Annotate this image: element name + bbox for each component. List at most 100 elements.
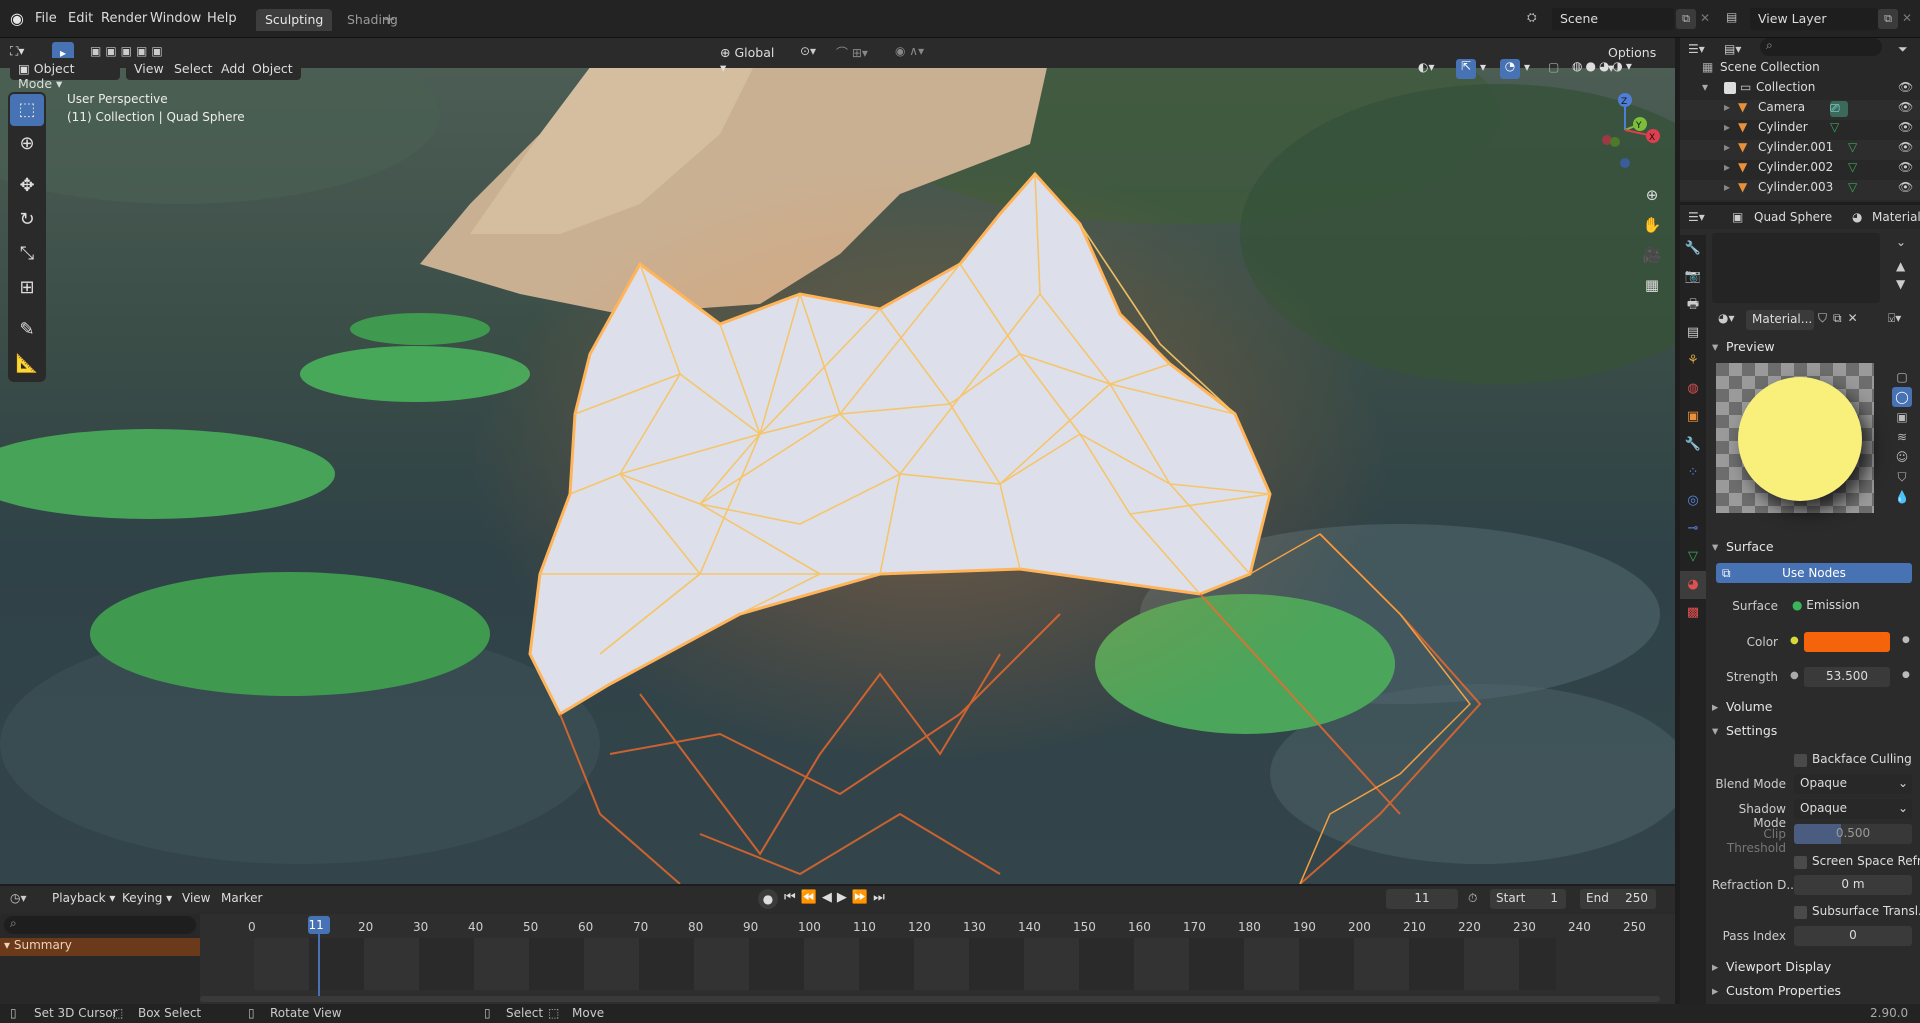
strength-field[interactable]: 53.500 (1804, 667, 1890, 687)
visibility-eye-icon[interactable]: 👁 (1898, 120, 1913, 134)
subsurface-translucency-checkbox[interactable] (1794, 906, 1807, 919)
delete-scene-icon[interactable]: ✕ (1700, 11, 1710, 25)
viewport-menu-view[interactable]: View (126, 58, 172, 80)
playback-controls[interactable]: ⏮⏪◀▶⏩⏭ (784, 890, 890, 905)
annotate-tool-icon[interactable]: ✎ (10, 314, 44, 346)
mode-dropdown[interactable]: ▣ Object Mode ▾ (10, 58, 120, 91)
backface-culling-checkbox[interactable] (1794, 754, 1807, 767)
timeline-menu-playback[interactable]: Playback ▾ (52, 891, 115, 905)
delete-view-layer-icon[interactable]: ✕ (1902, 11, 1912, 25)
add-workspace-button[interactable]: + (383, 10, 396, 28)
material-actions-icons[interactable]: ⛉⧉✕ (1818, 311, 1864, 326)
xray-icon[interactable]: ▢ (1548, 60, 1559, 74)
menu-edit[interactable]: Edit (68, 11, 93, 26)
physics-tab-icon[interactable]: ◎ (1680, 487, 1706, 515)
end-frame-field[interactable]: End 250 (1580, 889, 1656, 909)
output-tab-icon[interactable]: 🖶 (1680, 291, 1706, 319)
transform-tool-icon[interactable]: ⊞ (10, 272, 44, 304)
camera-view-icon[interactable]: 🎥 (1640, 240, 1664, 270)
custom-properties-panel-header[interactable]: Custom Properties (1708, 983, 1916, 1005)
slot-dropdown-icon[interactable]: ⌄ (1896, 235, 1906, 249)
channel-search-input[interactable]: ⌕ (4, 916, 196, 934)
visibility-eye-icon[interactable]: 👁 (1898, 100, 1913, 114)
outliner-item-camera[interactable]: ▸ ▼ Camera ⎚ 👁 (1680, 100, 1920, 120)
properties-editor-icon[interactable]: ☰▾ (1688, 210, 1705, 224)
pan-hand-icon[interactable]: ✋ (1640, 210, 1664, 240)
tab-shading[interactable]: Shading (338, 9, 407, 31)
collection-row[interactable]: ▾ ▭ Collection 👁 (1680, 80, 1920, 100)
blender-logo-icon[interactable]: ◉ (10, 9, 24, 28)
data-tab-icon[interactable]: ▽ (1680, 543, 1706, 571)
zoom-icon[interactable]: ⊕ (1640, 180, 1664, 210)
view-layer-icon[interactable]: ▤ (1726, 10, 1737, 24)
preview-panel-header[interactable]: Preview (1708, 339, 1916, 361)
timeline-menu-marker[interactable]: Marker (221, 891, 262, 905)
use-nodes-button[interactable]: ⧉ Use Nodes (1716, 563, 1912, 583)
modifier-tab-icon[interactable]: 🔧 (1680, 431, 1706, 459)
render-tab-icon[interactable]: 📷 (1680, 263, 1706, 291)
object-tab-icon[interactable]: ▣ (1680, 403, 1706, 431)
scale-tool-icon[interactable]: ⤡ (10, 238, 44, 270)
constraints-tab-icon[interactable]: ⊸ (1680, 515, 1706, 543)
navigation-gizmo[interactable]: Z Y X (1585, 90, 1665, 170)
3d-viewport[interactable] (0, 54, 1675, 884)
new-view-layer-button[interactable]: ⧉ (1878, 9, 1898, 29)
world-tab-icon[interactable]: ◍ (1680, 375, 1706, 403)
tab-sculpting[interactable]: Sculpting (256, 9, 333, 31)
preview-hair-icon[interactable]: ≋ (1892, 427, 1912, 447)
keyframe-dot-icon[interactable]: ● (1902, 635, 1910, 645)
timeline-menu-keying[interactable]: Keying ▾ (122, 891, 172, 905)
texture-tab-icon[interactable]: ▩ (1680, 599, 1706, 627)
start-frame-field[interactable]: Start 1 (1490, 889, 1566, 909)
surface-shader-field[interactable]: ● Emission (1786, 596, 1890, 616)
visibility-eye-icon[interactable]: 👁 (1898, 80, 1913, 94)
menu-help[interactable]: Help (207, 11, 237, 26)
material-tab-icon[interactable]: ◕ (1680, 571, 1706, 599)
view-layer-field[interactable]: View Layer (1750, 8, 1878, 30)
slot-up-icon[interactable]: ▲ (1896, 259, 1905, 273)
display-mode-icon[interactable]: ▤▾ (1724, 42, 1741, 56)
menu-window[interactable]: Window (150, 11, 201, 26)
timeline-scrollbar[interactable] (200, 996, 1660, 1002)
node-link-icon[interactable]: ⍌▾ (1888, 311, 1901, 326)
material-browse-icon[interactable]: ◕▾ (1718, 311, 1735, 325)
scene-collection-row[interactable]: ▦ Scene Collection (1680, 60, 1920, 80)
ortho-grid-icon[interactable]: ▦ (1640, 270, 1664, 300)
outliner-editor-icon[interactable]: ☰▾ (1688, 42, 1705, 56)
outliner-search-input[interactable]: ⌕ (1760, 38, 1882, 56)
volume-panel-header[interactable]: Volume (1708, 699, 1916, 721)
move-tool-icon[interactable]: ✥ (10, 170, 44, 202)
surface-panel-header[interactable]: Surface (1708, 539, 1916, 561)
menu-file[interactable]: File (35, 11, 57, 26)
cursor-tool-icon[interactable]: ⊕ (10, 128, 44, 160)
outliner-item-cylinder-003[interactable]: ▸ ▼ Cylinder.003 ▽ 👁 (1680, 180, 1920, 200)
visibility-icon[interactable]: ◐▾ (1418, 60, 1435, 74)
outliner-item-cylinder-001[interactable]: ▸ ▼ Cylinder.001 ▽ 👁 (1680, 140, 1920, 160)
preview-cube-icon[interactable]: ▣ (1892, 407, 1912, 427)
menu-render[interactable]: Render (101, 11, 147, 26)
collection-checkbox[interactable] (1724, 82, 1736, 94)
preview-flat-icon[interactable]: ▢ (1892, 367, 1912, 387)
visibility-eye-icon[interactable]: 👁 (1898, 180, 1913, 194)
particles-tab-icon[interactable]: ⁘ (1680, 459, 1706, 487)
settings-panel-header[interactable]: Settings (1708, 723, 1916, 745)
shading-modes-icons[interactable]: ◍●◕◑▾ (1572, 59, 1635, 73)
emission-color-swatch[interactable] (1804, 632, 1890, 652)
screen-space-refraction-checkbox[interactable] (1794, 856, 1807, 869)
preview-monkey-icon[interactable]: ☺ (1892, 447, 1912, 467)
preview-fluid-icon[interactable]: 💧 (1892, 487, 1912, 507)
timeline-ruler[interactable]: 0 11 20 30 40 50 60 70 80 90 100 110 120 130 140 150 160… (200, 914, 1675, 1004)
blend-mode-dropdown[interactable]: Opaque ⌄ (1794, 774, 1912, 794)
gizmo-dropdown-icon[interactable]: ▾ (1480, 60, 1486, 74)
measure-tool-icon[interactable]: 📐 (10, 348, 44, 380)
view-layer-tab-icon[interactable]: ▤ (1680, 319, 1706, 347)
outliner-item-cylinder-002[interactable]: ▸ ▼ Cylinder.002 ▽ 👁 (1680, 160, 1920, 180)
overlays-toggle-icon[interactable]: ◔ (1500, 59, 1520, 79)
tool-tab-icon[interactable]: 🔧 (1680, 235, 1706, 263)
overlays-dropdown-icon[interactable]: ▾ (1524, 60, 1530, 74)
scene-field[interactable]: Scene (1552, 8, 1674, 30)
material-name-field[interactable]: Material... (1746, 310, 1814, 330)
new-scene-button[interactable]: ⧉ (1676, 9, 1696, 29)
current-frame-field[interactable]: 11 (1386, 889, 1458, 909)
filter-icon[interactable]: ⏷ (1898, 42, 1908, 57)
